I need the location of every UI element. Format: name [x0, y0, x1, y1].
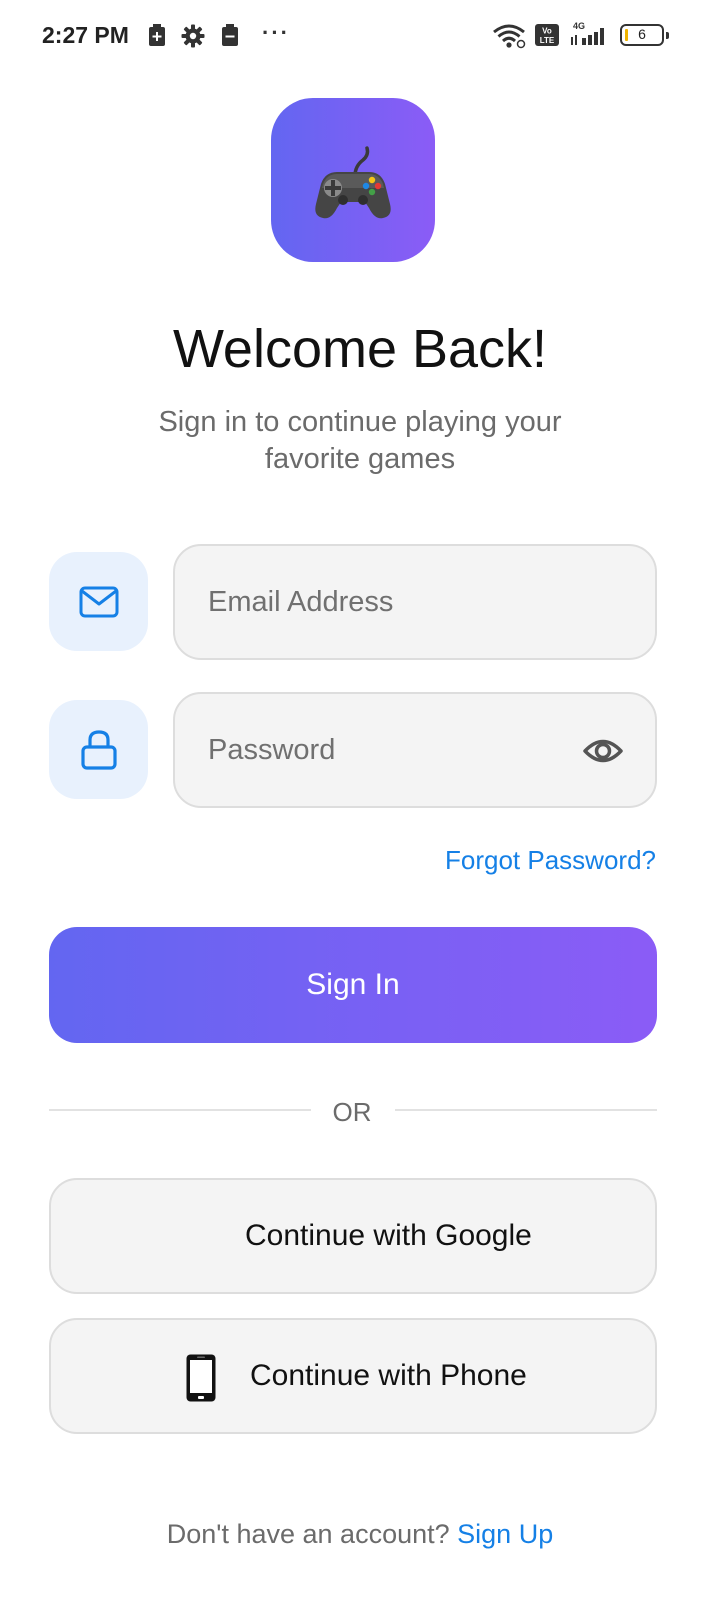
battery-icon: 6	[620, 24, 669, 46]
page-subtitle: Sign in to continue playing your favorit…	[158, 406, 562, 475]
battery-saver-icon	[149, 24, 165, 46]
sign-in-button[interactable]: Sign In	[49, 927, 657, 1043]
continue-with-phone-button[interactable]: Continue with Phone	[49, 1318, 657, 1434]
lock-icon	[80, 729, 117, 770]
google-button-label: Continue with Google	[245, 1219, 532, 1252]
battery-saver-icon	[222, 24, 238, 46]
password-icon-box	[49, 700, 148, 799]
password-placeholder: Password	[208, 734, 336, 766]
sign-up-question: Don't have an account?	[166, 1519, 450, 1549]
svg-text:Vo: Vo	[542, 27, 552, 36]
status-time: 2:27 PM	[42, 22, 129, 48]
app-logo	[271, 98, 435, 262]
continue-with-google-button[interactable]: Continue with Google	[49, 1178, 657, 1294]
smartphone-icon	[186, 1354, 216, 1402]
sign-up-link[interactable]: Sign Up	[457, 1519, 553, 1549]
game-controller-icon	[315, 146, 391, 219]
divider-line-left	[49, 1109, 311, 1111]
divider-line-right	[395, 1109, 657, 1111]
volte-icon: Vo LTE	[535, 24, 559, 46]
mail-icon	[79, 586, 118, 617]
email-icon-box	[49, 552, 148, 651]
password-field[interactable]: Password	[173, 692, 657, 808]
svg-text:LTE: LTE	[540, 36, 555, 45]
more-dots-icon: ···	[262, 20, 290, 45]
forgot-password-link[interactable]: Forgot Password?	[445, 845, 656, 876]
sign-in-label: Sign In	[306, 968, 400, 1001]
wifi-icon	[493, 24, 526, 49]
gear-icon	[181, 24, 205, 48]
divider-or: OR	[332, 1097, 372, 1127]
phone-button-label: Continue with Phone	[250, 1359, 527, 1392]
sign-up-prompt: Don't have an account? Sign Up	[0, 1519, 720, 1550]
eye-icon[interactable]	[583, 736, 623, 766]
email-placeholder: Email Address	[208, 586, 394, 618]
svg-text:4G: 4G	[573, 21, 585, 31]
battery-level-text: 6	[638, 26, 646, 42]
status-bar: 2:27 PM ··· Vo LTE 4G 6	[0, 0, 720, 72]
email-field[interactable]: Email Address	[173, 544, 657, 660]
signal-4g-icon: 4G	[571, 21, 604, 45]
page-title: Welcome Back!	[172, 319, 548, 379]
